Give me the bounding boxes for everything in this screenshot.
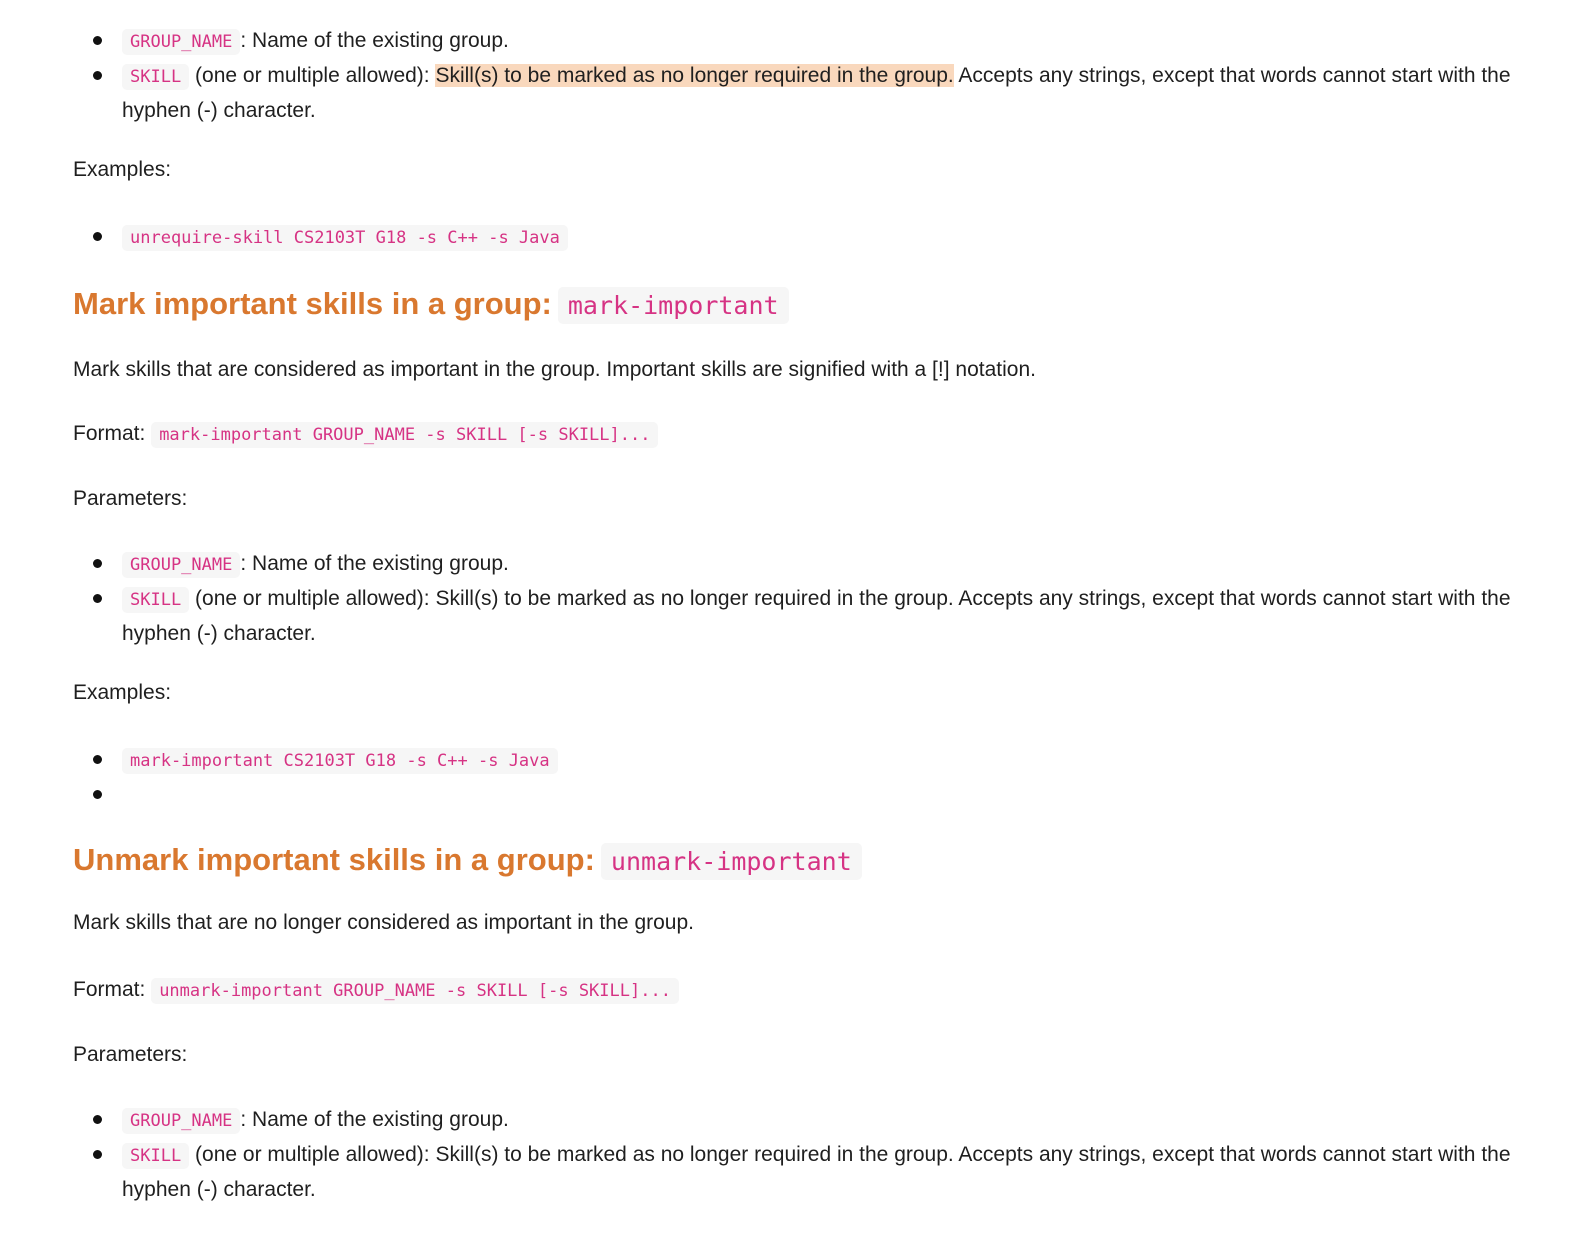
list-item: GROUP_NAME: Name of the existing group. — [73, 1103, 1512, 1138]
section-heading-unmark-important: Unmark important skills in a group: unmar… — [73, 838, 862, 884]
example-code: unrequire-skill CS2103T G18 -s C++ -s Ja… — [122, 225, 568, 251]
unrequire-params-list: GROUP_NAME: Name of the existing group. … — [73, 24, 1512, 127]
heading-text: Unmark important skills in a group: — [73, 842, 595, 877]
heading-code: unmark-important — [600, 843, 862, 880]
param-code-skill: SKILL — [122, 587, 190, 613]
param-code-group-name: GROUP_NAME — [122, 1108, 241, 1134]
format-label: Format: — [73, 978, 146, 1001]
param-text: (one or multiple allowed): — [189, 64, 436, 87]
list-item: SKILL (one or multiple allowed): Skill(s… — [73, 59, 1512, 127]
section-description: Mark skills that are no longer considere… — [73, 911, 694, 934]
list-item: SKILL (one or multiple allowed): Skill(s… — [73, 582, 1512, 650]
section-heading-mark-important: Mark important skills in a group: mark-im… — [73, 282, 789, 328]
param-text: (one or multiple allowed): Skill(s) to b… — [122, 587, 1511, 645]
example-code: mark-important CS2103T G18 -s C++ -s Jav… — [122, 748, 558, 774]
list-item: SKILL (one or multiple allowed): Skill(s… — [73, 1138, 1512, 1206]
list-item: GROUP_NAME: Name of the existing group. — [73, 24, 1512, 59]
mark-important-examples-list: mark-important CS2103T G18 -s C++ -s Jav… — [73, 743, 1512, 811]
highlighted-text: Skill(s) to be marked as no longer requi… — [435, 64, 954, 87]
mark-important-params-list: GROUP_NAME: Name of the existing group. … — [73, 547, 1512, 650]
format-code: unmark-important GROUP_NAME -s SKILL [-s… — [151, 978, 679, 1004]
format-code: mark-important GROUP_NAME -s SKILL [-s S… — [151, 422, 659, 448]
param-text: (one or multiple allowed): Skill(s) to b… — [122, 1143, 1511, 1201]
param-text: : Name of the existing group. — [240, 29, 509, 52]
unrequire-examples-list: unrequire-skill CS2103T G18 -s C++ -s Ja… — [73, 220, 1512, 255]
param-code-group-name: GROUP_NAME — [122, 552, 241, 578]
heading-text: Mark important skills in a group: — [73, 286, 552, 321]
unmark-important-params-list: GROUP_NAME: Name of the existing group. … — [73, 1103, 1512, 1206]
param-code-skill: SKILL — [122, 64, 190, 90]
param-code-skill: SKILL — [122, 1143, 190, 1169]
list-item: unrequire-skill CS2103T G18 -s C++ -s Ja… — [73, 220, 1512, 255]
examples-label: Examples: — [73, 681, 172, 704]
format-line: Format: mark-important GROUP_NAME -s SKI… — [73, 417, 659, 452]
format-label: Format: — [73, 422, 146, 445]
parameters-label: Parameters: — [73, 487, 188, 510]
format-line: Format: unmark-important GROUP_NAME -s S… — [73, 973, 679, 1008]
examples-label: Examples: — [73, 158, 172, 181]
param-text: : Name of the existing group. — [240, 552, 509, 575]
section-description: Mark skills that are considered as impor… — [73, 358, 1036, 381]
list-item: GROUP_NAME: Name of the existing group. — [73, 547, 1512, 582]
list-item-empty — [73, 778, 1512, 811]
parameters-label: Parameters: — [73, 1043, 188, 1066]
heading-code: mark-important — [557, 287, 789, 324]
param-code-group-name: GROUP_NAME — [122, 29, 241, 55]
param-text: : Name of the existing group. — [240, 1108, 509, 1131]
list-item: mark-important CS2103T G18 -s C++ -s Jav… — [73, 743, 1512, 778]
